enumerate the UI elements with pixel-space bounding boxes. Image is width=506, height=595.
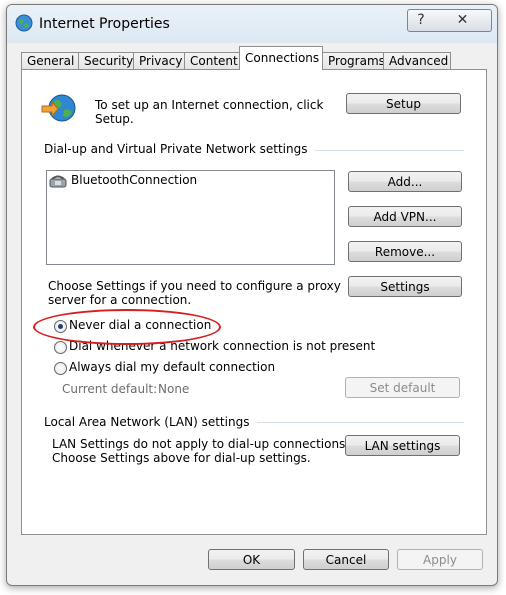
connection-name: BluetoothConnection [71,173,198,187]
lan-text-line2: Choose Settings above for dial-up settin… [52,451,311,465]
apply-button[interactable]: Apply [397,549,483,570]
internet-globe-icon [15,14,33,32]
setup-button[interactable]: Setup [346,93,461,114]
setup-description: To set up an Internet connection, click … [95,98,323,126]
dialup-section-label: Dial-up and Virtual Private Network sett… [44,142,316,156]
lan-section-label: Local Area Network (LAN) settings [44,415,258,429]
setup-text-line2: Setup. [95,112,134,126]
cancel-button[interactable]: Cancel [303,549,389,570]
add-vpn-button[interactable]: Add VPN... [348,206,462,227]
settings-button[interactable]: Settings [348,276,462,297]
connections-panel: To set up an Internet connection, click … [21,69,487,535]
never-dial-label[interactable]: Never dial a connection [69,318,211,332]
proxy-text-line1: Choose Settings if you need to configure… [48,279,341,293]
dial-whenever-radio[interactable] [54,341,67,354]
setup-text-line1: To set up an Internet connection, click [95,98,324,112]
help-button[interactable]: ? [407,9,435,32]
tab-programs[interactable]: Programs [322,52,385,70]
current-default-value: None [158,382,190,396]
tab-connections[interactable]: Connections [239,46,323,70]
phone-connection-icon [49,175,67,188]
close-button[interactable]: ✕ [434,9,492,32]
add-button[interactable]: Add... [348,171,462,192]
set-default-button[interactable]: Set default [345,377,460,398]
remove-button[interactable]: Remove... [348,241,462,262]
never-dial-radio[interactable] [54,320,67,333]
tab-content[interactable]: Content [184,52,243,70]
internet-properties-window: Internet Properties ? ✕ General Security… [6,4,498,586]
proxy-description: Choose Settings if you need to configure… [48,279,341,307]
lan-description: LAN Settings do not apply to dial-up con… [52,437,349,465]
current-default-label: Current default: [62,382,158,396]
always-dial-label[interactable]: Always dial my default connection [69,360,275,374]
tab-security[interactable]: Security [78,52,134,70]
always-dial-radio[interactable] [54,362,67,375]
title-bar[interactable]: Internet Properties ? ✕ [7,5,497,43]
proxy-text-line2: server for a connection. [48,293,192,307]
ok-button[interactable]: OK [208,549,295,570]
connections-list[interactable]: BluetoothConnection [46,170,335,265]
tab-advanced[interactable]: Advanced [383,52,451,70]
dial-whenever-label[interactable]: Dial whenever a network connection is no… [69,339,375,353]
tab-general[interactable]: General [21,52,79,70]
network-setup-icon [41,94,76,122]
window-title: Internet Properties [39,16,170,32]
tab-privacy[interactable]: Privacy [133,52,185,70]
lan-settings-button[interactable]: LAN settings [345,435,460,456]
lan-text-line1: LAN Settings do not apply to dial-up con… [52,437,350,451]
